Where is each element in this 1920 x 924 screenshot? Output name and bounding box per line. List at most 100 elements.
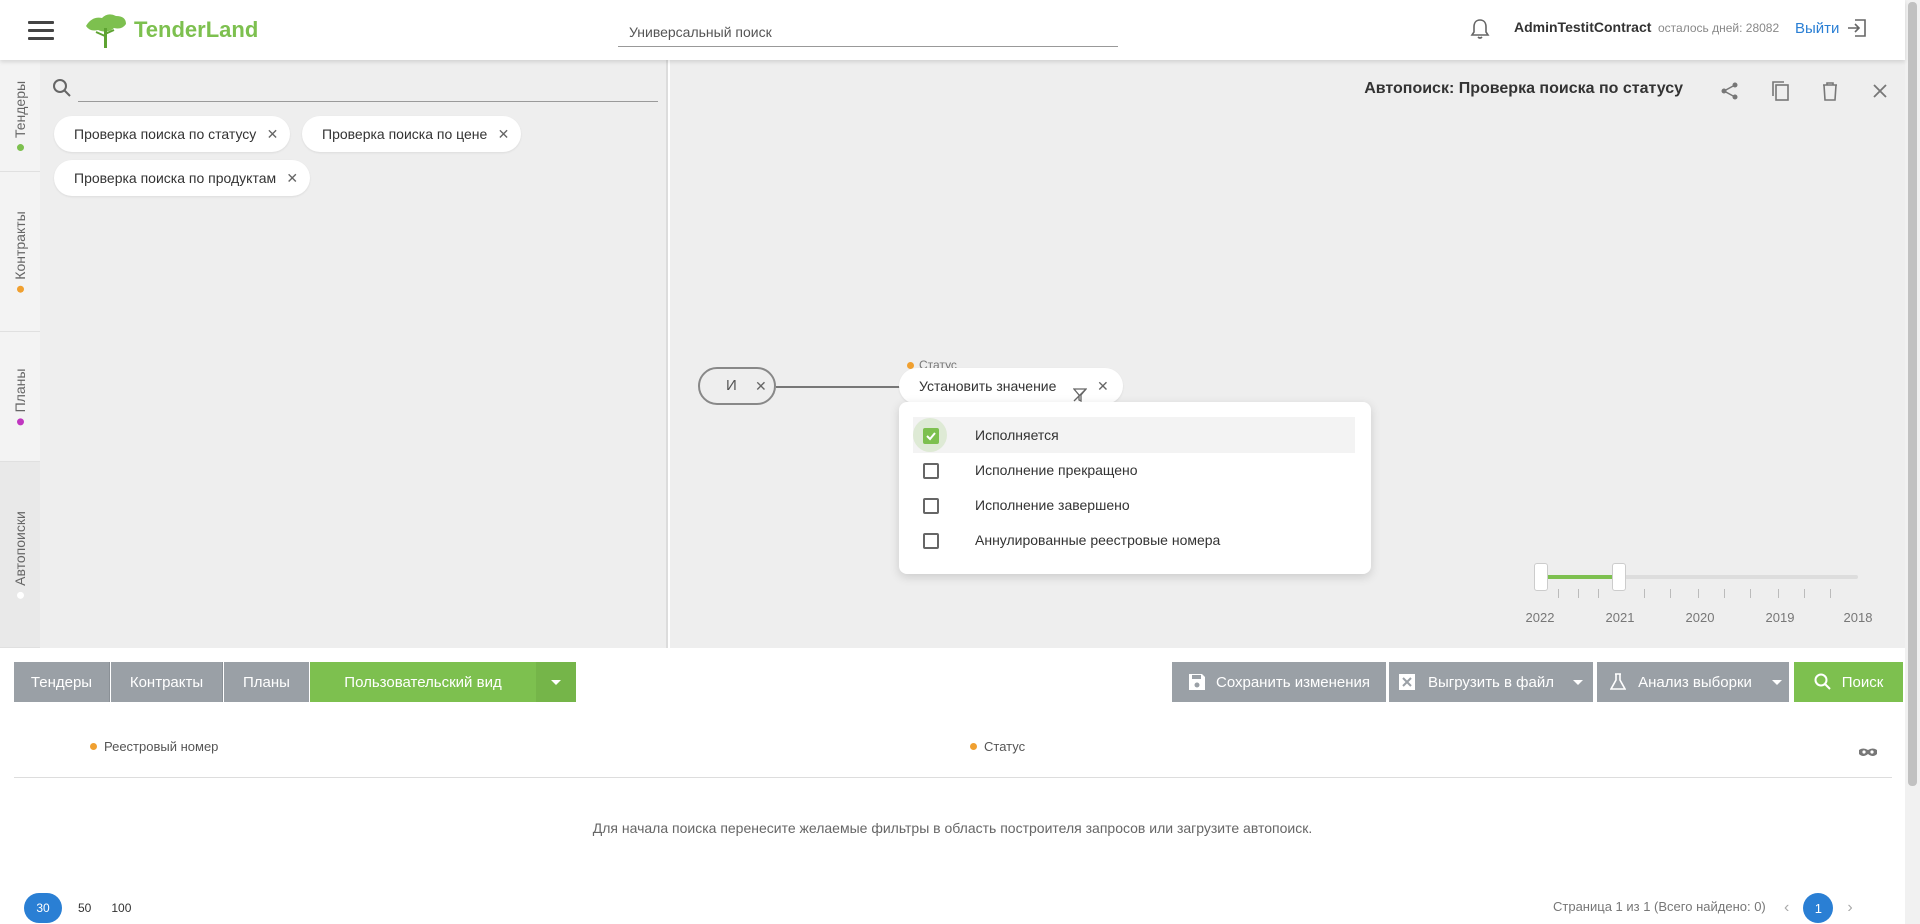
status-dot [16, 285, 24, 293]
top-bar: TenderLand Универсальный поиск AdminTest… [0, 0, 1905, 60]
saved-search-chip[interactable]: Проверка поиска по статусу ✕ [54, 116, 291, 152]
search-button[interactable]: Поиск [1794, 662, 1903, 702]
tab-tenders[interactable]: Тендеры [14, 662, 110, 702]
slider-tick [1558, 589, 1559, 598]
slider-tick [1670, 589, 1671, 598]
search-icon [52, 78, 72, 103]
close-icon[interactable]: ✕ [498, 116, 510, 152]
chip-label: Проверка поиска по статусу [74, 126, 257, 142]
column-header-registry-number[interactable]: Реестровый номер [90, 739, 218, 754]
page-number[interactable]: 1 [1803, 893, 1834, 923]
share-icon[interactable] [1705, 78, 1755, 104]
saved-search-chip[interactable]: Проверка поиска по цене ✕ [302, 116, 522, 152]
year-label: 2022 [1525, 610, 1555, 625]
username[interactable]: AdminTestitContract [1514, 19, 1651, 35]
side-tab-label: Контракты [12, 210, 28, 280]
year-label: 2020 [1685, 610, 1715, 625]
checkbox[interactable] [923, 463, 939, 479]
year-range-slider[interactable]: 2022 2021 2020 2019 2018 [1526, 563, 1872, 625]
side-tab-tenders[interactable]: Тендеры [0, 60, 40, 172]
status-dot [16, 417, 24, 425]
flask-icon [1610, 673, 1627, 690]
export-file-button[interactable]: Выгрузить в файл [1389, 662, 1563, 702]
slider-tick [1724, 589, 1725, 598]
page-size-option[interactable]: 30 [24, 893, 62, 923]
year-label: 2019 [1765, 610, 1795, 625]
chip-label: Проверка поиска по цене [322, 126, 488, 142]
analyze-label: Анализ выборки [1638, 673, 1752, 691]
option-item[interactable]: Исполняется [913, 417, 1355, 453]
scrollbar-thumb[interactable] [1908, 2, 1917, 786]
side-tab-label: Автопоиски [12, 510, 28, 586]
checkbox-checked[interactable] [923, 428, 939, 444]
close-icon[interactable]: ✕ [267, 116, 279, 152]
delete-icon[interactable] [1805, 78, 1855, 104]
slider-tick [1578, 589, 1579, 598]
side-tab-label: Тендеры [12, 80, 28, 138]
tab-plans[interactable]: Планы [224, 662, 309, 702]
close-icon[interactable]: ✕ [755, 378, 767, 395]
slider-range-fill [1538, 575, 1618, 579]
status-filter-node[interactable]: Установить значение ✕ [899, 368, 1123, 404]
excel-icon [1399, 674, 1415, 690]
chevron-right-icon[interactable]: › [1847, 899, 1852, 917]
status-dot [16, 591, 24, 599]
option-item[interactable]: Аннулированные реестровые номера [913, 522, 1355, 558]
checkbox[interactable] [923, 533, 939, 549]
slider-tick [1598, 589, 1599, 598]
page-size-option[interactable]: 100 [111, 901, 131, 915]
tab-contracts[interactable]: Контракты [111, 662, 223, 702]
column-header-status[interactable]: Статус [970, 739, 1025, 754]
logout-icon [1848, 19, 1867, 37]
checkbox[interactable] [923, 498, 939, 514]
option-item[interactable]: Исполнение прекращено [913, 452, 1355, 488]
search-icon [1814, 673, 1831, 690]
autosearch-title: Автопоиск: Проверка поиска по статусу [1364, 80, 1683, 97]
close-icon[interactable]: ✕ [286, 160, 298, 196]
save-changes-button[interactable]: Сохранить изменения [1172, 662, 1386, 702]
chevron-down-icon [1772, 679, 1782, 685]
page-size-option[interactable]: 50 [78, 901, 91, 915]
chevron-down-icon [551, 679, 561, 685]
option-label: Исполнение завершено [975, 497, 1130, 513]
scrollbar[interactable] [1905, 0, 1920, 924]
column-chooser-icon[interactable] [1858, 746, 1878, 764]
saved-search-filter-input[interactable] [78, 76, 658, 102]
menu-icon[interactable] [28, 21, 54, 41]
logout-button[interactable]: Выйти [1795, 19, 1867, 37]
slider-tick [1830, 589, 1831, 598]
custom-view-button[interactable]: Пользовательский вид [310, 662, 536, 702]
logo[interactable]: TenderLand [82, 10, 258, 50]
slider-handle-end[interactable] [1612, 563, 1626, 591]
close-icon[interactable]: ✕ [1097, 368, 1109, 404]
side-tab-plans[interactable]: Планы [0, 332, 40, 462]
status-options-dropdown: Исполняется Исполнение прекращено Исполн… [899, 402, 1371, 574]
side-tab-autosearches[interactable]: Автопоиски [0, 462, 40, 648]
bell-icon[interactable] [1470, 18, 1490, 45]
analyze-button[interactable]: Анализ выборки [1597, 662, 1765, 702]
slider-tick [1750, 589, 1751, 598]
side-tab-label: Планы [12, 368, 28, 412]
results-table-header: Реестровый номер Статус [14, 730, 1892, 778]
side-tab-contracts[interactable]: Контракты [0, 172, 40, 332]
and-operator-node[interactable]: И ✕ [698, 367, 776, 405]
copy-icon[interactable] [1755, 78, 1805, 104]
universal-search-input[interactable]: Универсальный поиск [618, 20, 1118, 47]
option-label: Исполнение прекращено [975, 462, 1138, 478]
custom-view-dropdown[interactable] [536, 662, 576, 702]
days-left: осталось дней: 28082 [1658, 21, 1780, 35]
tree-logo-icon [86, 14, 126, 48]
autosearch-actions [1705, 78, 1905, 104]
page-size-selector: 30 50 100 [24, 893, 151, 923]
slider-handle-start[interactable] [1534, 563, 1548, 591]
close-icon[interactable] [1855, 78, 1905, 104]
status-dot [90, 743, 97, 750]
analyze-dropdown[interactable] [1765, 662, 1789, 702]
option-item[interactable]: Исполнение завершено [913, 487, 1355, 523]
chevron-left-icon[interactable]: ‹ [1784, 899, 1789, 917]
slider-tick [1778, 589, 1779, 598]
export-dropdown[interactable] [1563, 662, 1593, 702]
saved-search-chip[interactable]: Проверка поиска по продуктам ✕ [54, 160, 311, 196]
query-builder-canvas[interactable]: Автопоиск: Проверка поиска по статусу И … [670, 60, 1905, 648]
option-label: Аннулированные реестровые номера [975, 532, 1221, 548]
